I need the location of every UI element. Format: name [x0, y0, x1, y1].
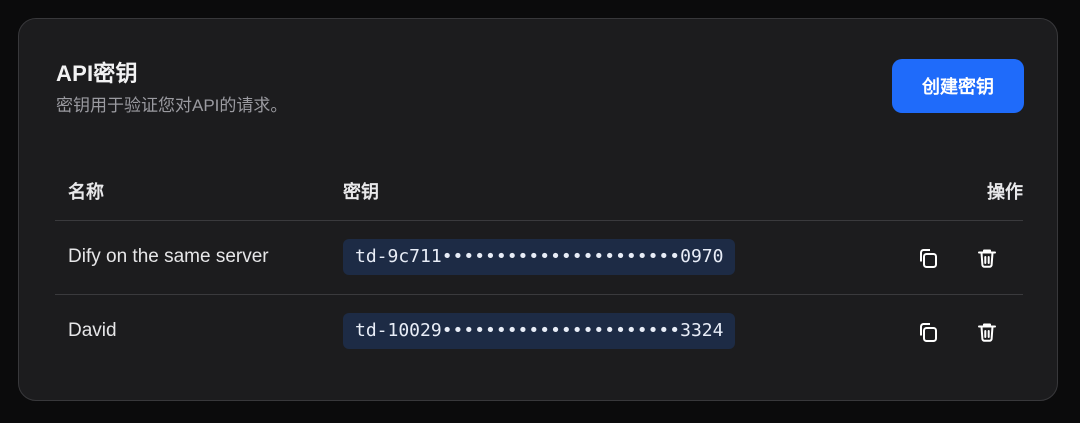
delete-key-button[interactable]	[974, 319, 1000, 345]
trash-icon	[978, 323, 996, 342]
table-row: David td-10029••••••••••••••••••••••3324	[55, 295, 1023, 368]
column-header-name: 名称	[68, 182, 104, 202]
create-key-button[interactable]: 创建密钥	[892, 59, 1024, 113]
copy-icon	[920, 323, 937, 342]
masked-key: td-9c711••••••••••••••••••••••0970	[343, 239, 736, 275]
table-row: Dify on the same server td-9c711••••••••…	[55, 221, 1023, 295]
table-header: 名称 密钥 操作	[55, 157, 1023, 221]
copy-icon	[920, 249, 937, 268]
masked-key: td-10029••••••••••••••••••••••3324	[343, 313, 736, 349]
column-header-actions: 操作	[987, 182, 1023, 202]
copy-key-button[interactable]	[915, 319, 941, 345]
panel-subtitle: 密钥用于验证您对API的请求。	[56, 96, 288, 115]
column-header-key: 密钥	[343, 182, 379, 202]
key-name: Dify on the same server	[68, 246, 269, 267]
delete-key-button[interactable]	[974, 245, 1000, 271]
trash-icon	[978, 249, 996, 268]
copy-key-button[interactable]	[915, 245, 941, 271]
api-keys-table: 名称 密钥 操作 Dify on the same server td-9c71…	[55, 157, 1023, 368]
key-name: David	[68, 320, 117, 341]
api-keys-panel: API密钥 密钥用于验证您对API的请求。 创建密钥 名称 密钥 操作 Dify…	[18, 18, 1058, 401]
panel-title: API密钥	[56, 61, 138, 86]
